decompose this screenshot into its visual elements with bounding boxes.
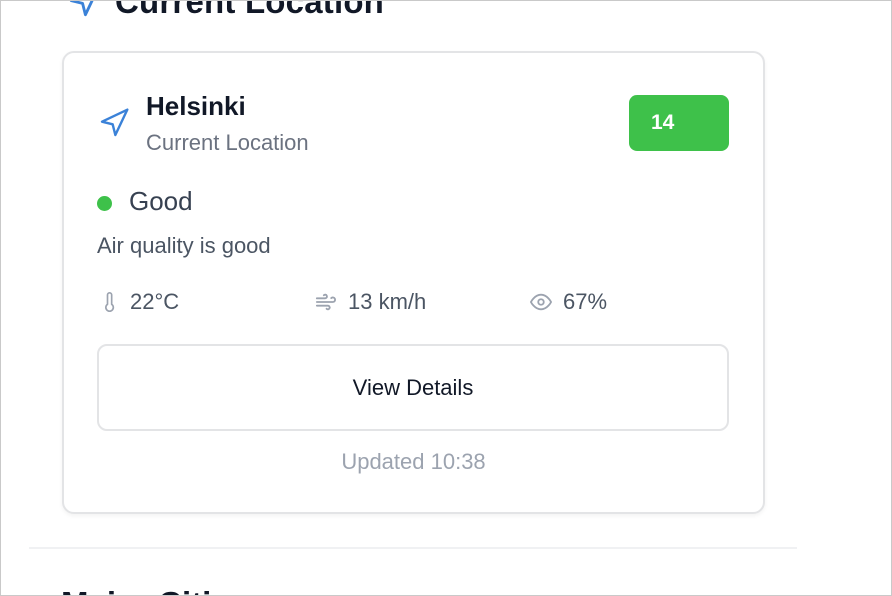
- section-title: Current Location: [115, 0, 385, 20]
- thermometer-icon: [105, 292, 115, 312]
- eye-icon: [530, 293, 552, 311]
- next-section-title: Major Cities: [61, 585, 248, 595]
- wind-metric: 13 km/h: [314, 289, 426, 315]
- app-frame: Current Location Helsinki Current Locati…: [0, 0, 892, 596]
- status-label: Good: [129, 186, 193, 216]
- humidity-value: 67%: [563, 289, 608, 314]
- temperature-value: 22°C: [130, 289, 180, 314]
- wind-icon: [315, 293, 337, 311]
- location-card: Helsinki Current Location 14 Good Air qu…: [62, 51, 765, 514]
- view-details-button[interactable]: View Details: [97, 344, 729, 431]
- aqi-badge: 14: [629, 95, 729, 151]
- section-divider: [29, 547, 797, 549]
- wind-value: 13 km/h: [348, 289, 427, 314]
- navigation-arrow-icon: [100, 108, 129, 137]
- humidity-metric: 67%: [529, 289, 607, 315]
- temperature-metric: 22°C: [100, 289, 179, 315]
- status-dot: [97, 196, 112, 211]
- navigation-arrow-icon: [69, 1, 94, 17]
- city-name: Helsinki: [146, 91, 246, 121]
- status-description: Air quality is good: [97, 233, 271, 258]
- updated-timestamp: Updated 10:38: [341, 449, 486, 474]
- city-subtitle: Current Location: [146, 130, 309, 155]
- section-header: Current Location: [67, 0, 385, 21]
